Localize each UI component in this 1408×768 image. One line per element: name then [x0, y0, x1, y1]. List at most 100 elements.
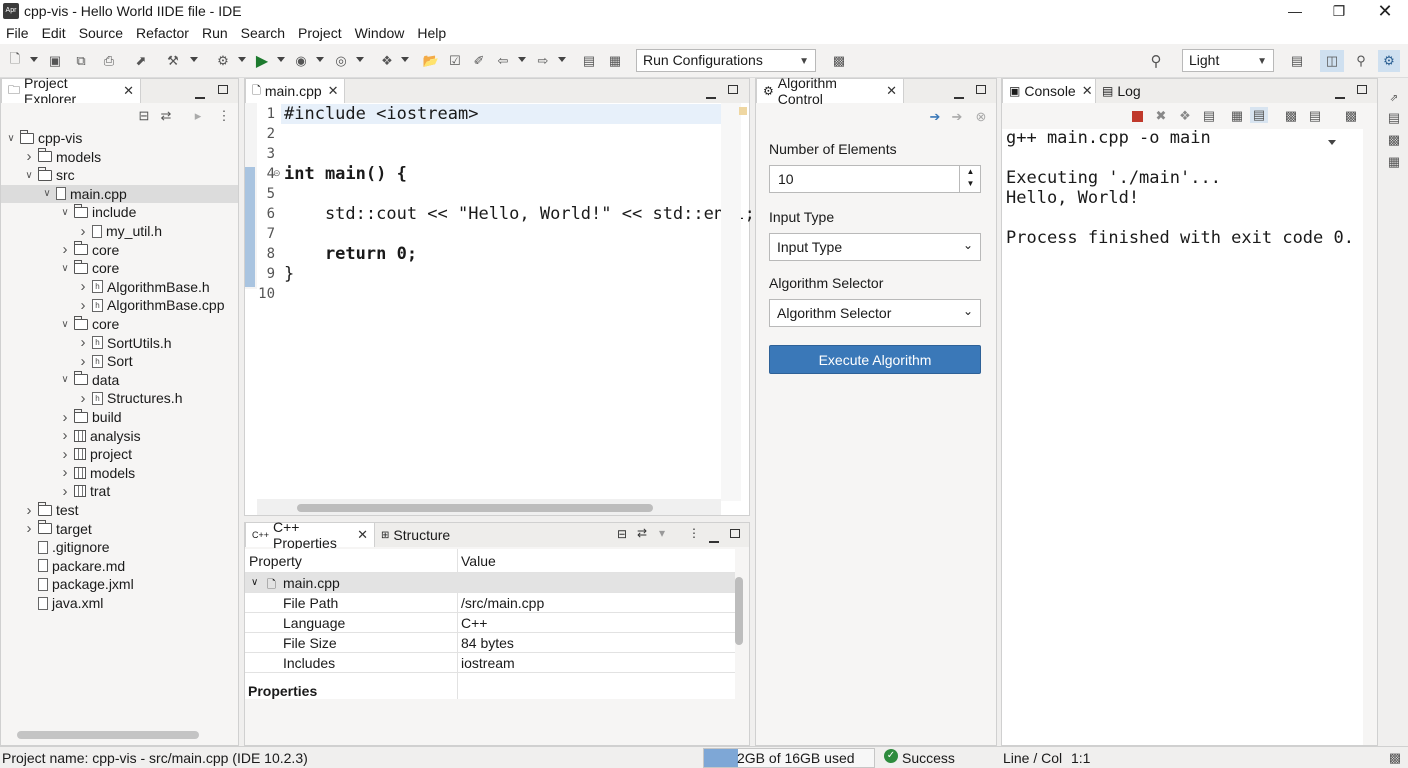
properties-group-row[interactable]: ∨ 🗋 main.cpp: [245, 573, 735, 593]
chevron-right-icon[interactable]: ›: [77, 334, 89, 351]
menu-source[interactable]: Source: [79, 25, 123, 41]
properties-vertical-scrollbar[interactable]: [735, 577, 743, 645]
chevron-down-icon[interactable]: ∨: [59, 263, 71, 274]
chevron-right-icon[interactable]: ›: [59, 483, 71, 500]
remove-launch-icon[interactable]: ✖: [1152, 108, 1170, 124]
layout-icon[interactable]: ▦: [606, 53, 624, 69]
tree-item[interactable]: › target: [23, 520, 92, 538]
open-type-icon[interactable]: 📂: [422, 53, 440, 69]
editor-horizontal-scrollbar[interactable]: [297, 504, 653, 512]
number-of-elements-stepper[interactable]: 10 ▲ ▼: [769, 165, 981, 193]
menu-search[interactable]: Search: [241, 25, 285, 41]
menu-file[interactable]: File: [6, 25, 29, 41]
filter-icon[interactable]: ▾: [659, 526, 665, 540]
chevron-down-icon[interactable]: ∨: [41, 188, 53, 199]
tree-item[interactable]: › models: [23, 148, 101, 166]
tree-item[interactable]: package.jxml: [23, 575, 134, 593]
tree-item[interactable]: › project: [59, 445, 133, 463]
tree-item[interactable]: › h AlgorithmBase.cpp: [77, 296, 225, 314]
tab-project-explorer[interactable]: 🗀 Project Explorer ✕: [1, 75, 141, 107]
menu-project[interactable]: Project: [298, 25, 342, 41]
close-icon[interactable]: ✕: [1082, 83, 1093, 99]
algorithm-selector-select[interactable]: Algorithm Selector ⌄: [769, 299, 981, 327]
close-icon[interactable]: ✕: [123, 83, 134, 99]
view-menu-icon[interactable]: ⋮: [215, 108, 233, 124]
open-console-icon[interactable]: ▩: [1342, 108, 1360, 124]
tree-item[interactable]: ∨ src: [23, 166, 75, 184]
tree-item[interactable]: › build: [59, 408, 122, 426]
property-row[interactable]: Includes iostream: [245, 653, 735, 673]
decrement-icon[interactable]: ▼: [960, 178, 981, 190]
property-row[interactable]: File Size 84 bytes: [245, 633, 735, 653]
menu-help[interactable]: Help: [417, 25, 446, 41]
build-icon[interactable]: ⚒: [164, 53, 182, 69]
tab-cpp-properties[interactable]: C++ C++ Properties ✕: [245, 519, 375, 551]
pin-console-icon[interactable]: ▩: [1282, 108, 1300, 124]
theme-select[interactable]: Light ▼: [1182, 49, 1274, 72]
tree-item[interactable]: › h SortUtils.h: [77, 334, 172, 352]
restore-button[interactable]: ❐: [1316, 0, 1362, 22]
stepper-buttons[interactable]: ▲ ▼: [959, 166, 981, 192]
tree-item[interactable]: .gitignore: [23, 538, 110, 556]
tab-algorithm-control[interactable]: ⚙ Algorithm Control ✕: [756, 75, 904, 107]
chevron-right-icon[interactable]: ›: [23, 520, 35, 537]
maximize-icon[interactable]: [1357, 83, 1367, 97]
clear-console-icon[interactable]: ▤: [1200, 108, 1218, 124]
tree-item[interactable]: ∨ core: [59, 315, 119, 333]
maximize-icon[interactable]: [976, 83, 986, 97]
minimize-icon[interactable]: [706, 90, 716, 104]
word-wrap-icon[interactable]: ▤: [1250, 107, 1268, 123]
terminate-icon[interactable]: [1132, 111, 1143, 122]
chevron-right-icon[interactable]: ›: [59, 427, 71, 444]
run-icon[interactable]: ▶: [253, 53, 271, 70]
debug-icon[interactable]: ⚙: [214, 53, 232, 69]
link-icon[interactable]: ⇄: [637, 526, 647, 540]
tree-item[interactable]: ∨ cpp-vis: [5, 129, 82, 147]
tab-log[interactable]: ▤ Log: [1096, 79, 1147, 103]
chevron-right-icon[interactable]: ›: [77, 223, 89, 240]
new-icon[interactable]: 🗋: [6, 51, 24, 69]
minimize-icon[interactable]: [709, 534, 719, 548]
display-console-icon[interactable]: ▤: [1306, 108, 1324, 124]
tree-item[interactable]: ∨ core: [59, 259, 119, 277]
cancel-icon[interactable]: ⊗: [972, 109, 990, 125]
menu-run[interactable]: Run: [202, 25, 228, 41]
property-row[interactable]: File Path/src/main.cpp: [245, 593, 735, 613]
chevron-down-icon[interactable]: ∨: [59, 374, 71, 385]
print-icon[interactable]: ⎙: [100, 53, 118, 69]
close-icon[interactable]: ✕: [886, 83, 897, 99]
minimize-button[interactable]: —: [1272, 0, 1318, 22]
view-menu-icon[interactable]: ⋮: [688, 526, 700, 540]
chevron-right-icon[interactable]: ›: [59, 464, 71, 481]
tree-item[interactable]: ∨ include: [59, 203, 136, 221]
chevron-down-icon[interactable]: ∨: [59, 207, 71, 218]
open-task-icon[interactable]: ☑: [446, 53, 464, 69]
tree-item[interactable]: › core: [59, 241, 119, 259]
execute-algorithm-button[interactable]: Execute Algorithm: [769, 345, 981, 374]
search-icon[interactable]: ⚲: [1147, 53, 1165, 70]
chevron-down-icon[interactable]: ∨: [59, 319, 71, 330]
perspective-icon[interactable]: ▤: [1288, 53, 1306, 69]
back-arrow-icon[interactable]: ➔: [926, 109, 944, 125]
pin-icon[interactable]: ▤: [580, 53, 598, 69]
tree-item[interactable]: › h AlgorithmBase.h: [77, 278, 210, 296]
notifications-icon[interactable]: ▩: [1386, 750, 1404, 766]
debug-perspective-icon[interactable]: ⚲: [1352, 53, 1370, 69]
profile-icon[interactable]: ◎: [332, 53, 350, 69]
coverage-icon[interactable]: ◉: [292, 53, 310, 69]
tree-item[interactable]: › analysis: [59, 427, 141, 445]
chevron-down-icon[interactable]: ∨: [5, 133, 17, 144]
property-row[interactable]: Language C++: [245, 613, 735, 633]
chevron-right-icon[interactable]: ›: [59, 241, 71, 258]
chevron-down-icon[interactable]: ∨: [23, 170, 35, 181]
external-tools-icon[interactable]: ❖: [378, 53, 396, 69]
chevron-right-icon[interactable]: ›: [77, 278, 89, 295]
forward-arrow-icon[interactable]: ➔: [948, 109, 966, 125]
collapse-icon[interactable]: ⊟: [617, 527, 627, 541]
fold-icon[interactable]: ⊝: [273, 168, 281, 179]
increment-icon[interactable]: ▲: [960, 166, 981, 178]
chevron-right-icon[interactable]: ›: [77, 390, 89, 407]
back-icon[interactable]: ⇦: [494, 53, 512, 69]
tab-structure[interactable]: ⊞ Structure: [375, 523, 456, 547]
minimize-icon[interactable]: [954, 90, 964, 104]
